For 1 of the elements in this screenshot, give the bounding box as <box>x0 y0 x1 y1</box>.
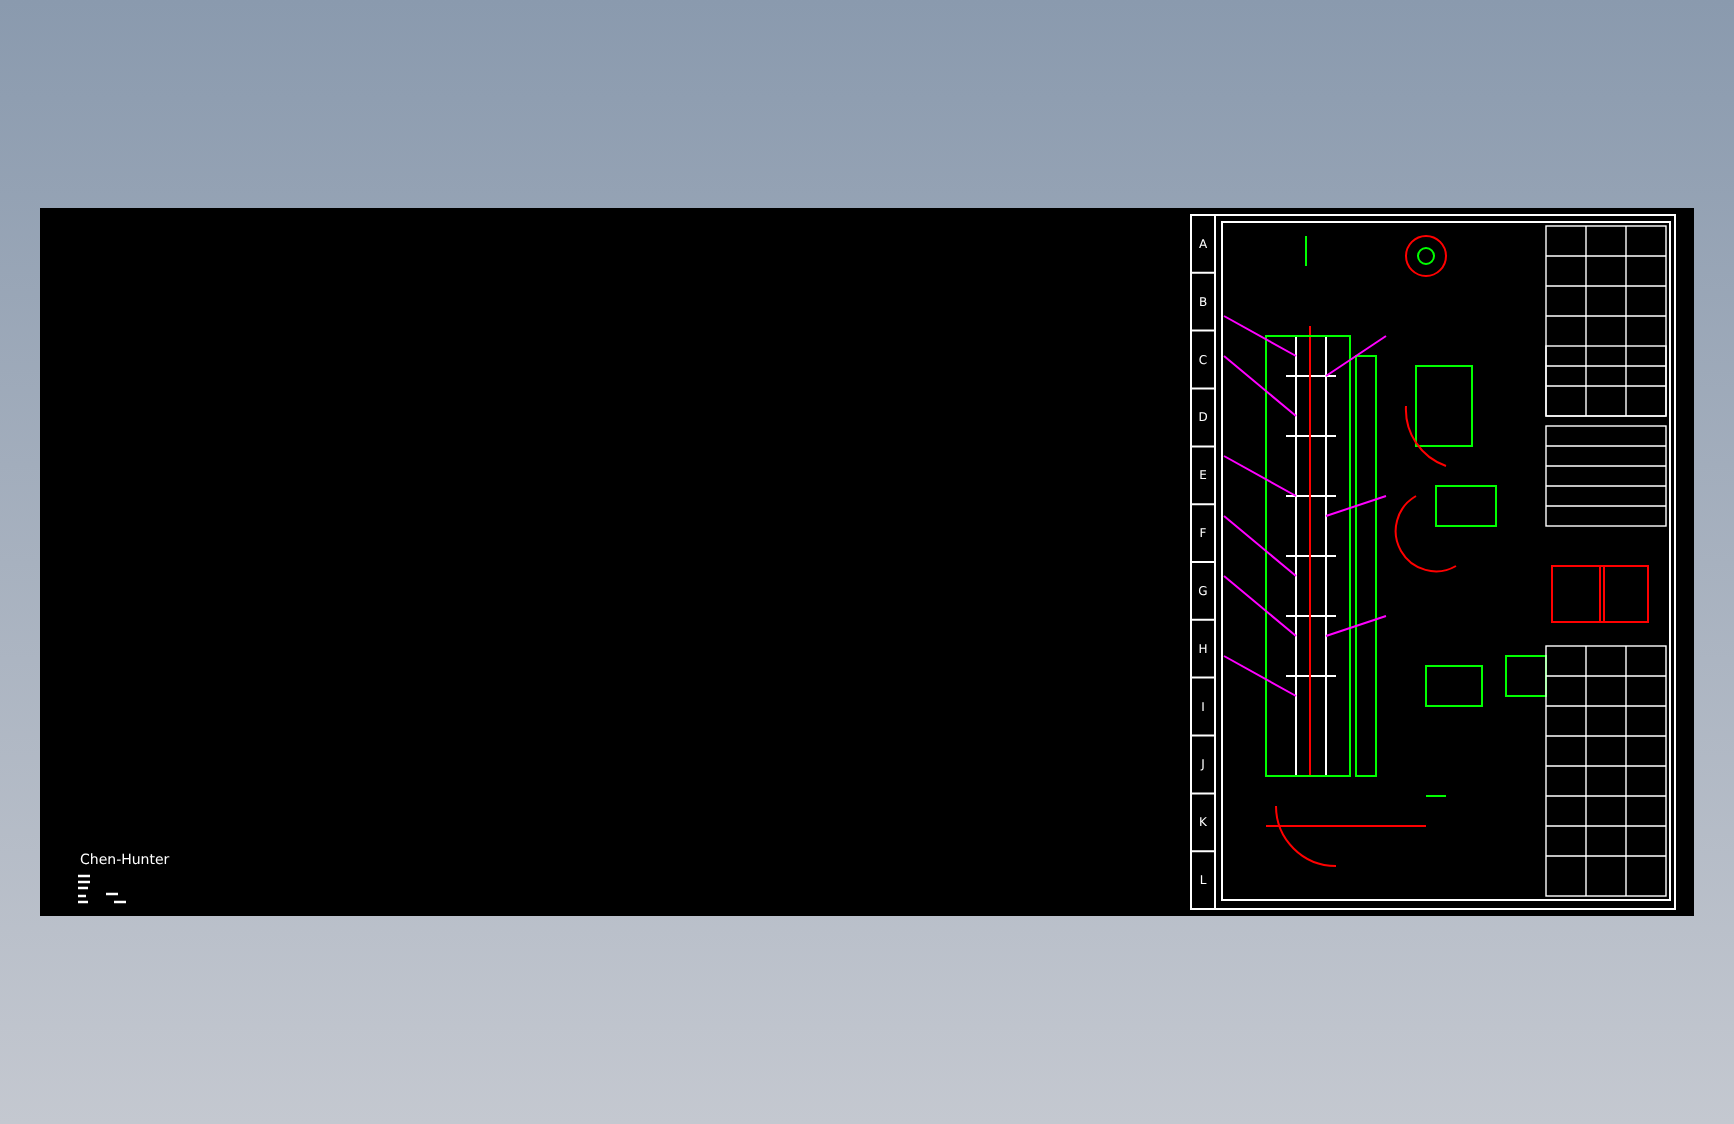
stamp-icon <box>76 874 128 904</box>
